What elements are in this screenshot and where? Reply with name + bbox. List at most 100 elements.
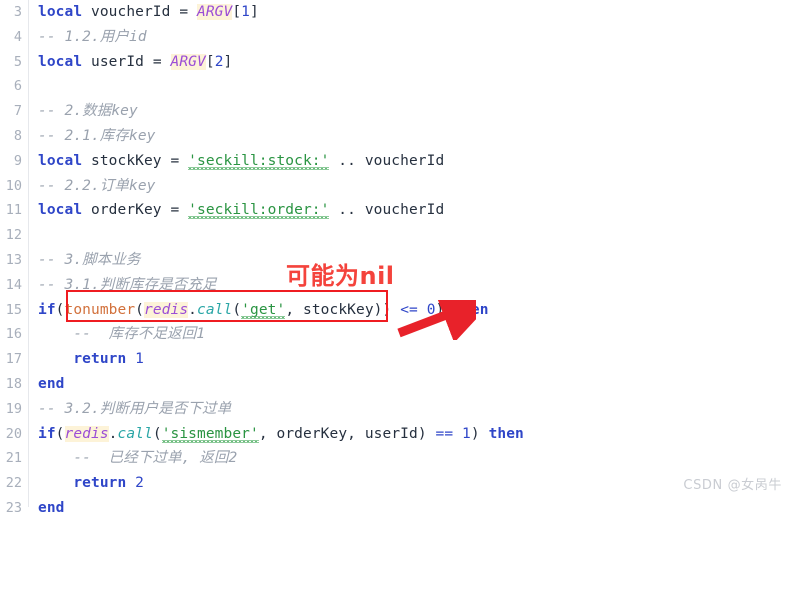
code-line[interactable]: 16 -- 库存不足返回1: [0, 322, 796, 347]
line-number: 21: [5, 450, 22, 467]
token-comma: ,: [347, 425, 356, 442]
code-line[interactable]: 23 end: [0, 496, 796, 521]
line-number: 14: [5, 276, 22, 293]
token-operator: <=: [400, 301, 418, 318]
token-dot: .: [188, 301, 197, 318]
line-number: 18: [5, 376, 22, 392]
code-line[interactable]: 8 -- 2.1.库存key: [0, 124, 796, 149]
code-line[interactable]: 10 -- 2.2.订单key: [0, 174, 796, 199]
token-operator: =: [170, 152, 180, 169]
token-paren: ): [373, 301, 383, 318]
line-number: 6: [13, 78, 22, 95]
token-paren: ): [382, 301, 392, 318]
token-number: 1: [135, 351, 144, 368]
code-line[interactable]: 6: [0, 74, 796, 99]
line-content[interactable]: end: [38, 496, 65, 521]
token-keyword: if: [38, 425, 56, 442]
line-content[interactable]: local userId = ARGV[2]: [38, 50, 232, 75]
token-method: call: [117, 425, 153, 442]
code-editor[interactable]: 3 local voucherId = ARGV[1] 4 -- 1.2.用户i…: [0, 0, 796, 516]
line-number: 22: [5, 475, 22, 492]
line-content-comment: -- 3.2.判断用户是否下过单: [38, 400, 232, 417]
line-content-comment: -- 已经下过单, 返回2: [38, 450, 238, 467]
code-line[interactable]: 18 end: [0, 372, 796, 397]
line-content[interactable]: local orderKey = 'seckill:order:' .. vou…: [38, 198, 444, 223]
code-line[interactable]: 12: [0, 223, 796, 248]
line-number: 9: [13, 152, 22, 169]
token-global: ARGV: [197, 4, 233, 20]
line-number: 19: [5, 400, 22, 417]
token-identifier: voucherId: [364, 202, 445, 219]
line-number: 10: [5, 177, 22, 194]
line-number: 17: [5, 351, 22, 368]
token-comma: ,: [285, 301, 295, 318]
line-content[interactable]: if(tonumber(redis.call('get', stockKey))…: [38, 298, 489, 323]
token-keyword: end: [38, 376, 65, 392]
token-paren: ): [470, 425, 480, 442]
token-paren: (: [232, 301, 242, 318]
code-line[interactable]: 17 return 1: [0, 347, 796, 372]
line-number: 4: [13, 28, 22, 45]
code-line[interactable]: 3 local voucherId = ARGV[1]: [0, 0, 796, 25]
token-identifier: orderKey: [276, 425, 348, 442]
watermark: CSDN @女呙牛: [683, 478, 782, 493]
token-keyword: end: [38, 500, 65, 516]
code-line[interactable]: 22 return 2: [0, 471, 796, 496]
line-content[interactable]: local stockKey = 'seckill:stock:' .. vou…: [38, 149, 444, 174]
token-keyword: local: [38, 4, 83, 20]
token-method: call: [197, 301, 233, 318]
code-line[interactable]: 19 -- 3.2.判断用户是否下过单: [0, 397, 796, 422]
token-operator: =: [179, 4, 189, 20]
code-line[interactable]: 7 -- 2.数据key: [0, 99, 796, 124]
token-dot: .: [108, 425, 118, 442]
code-line[interactable]: 14 -- 3.1.判断库存是否充足: [0, 273, 796, 298]
token-paren: (: [55, 425, 65, 442]
line-number: 12: [5, 227, 22, 244]
token-function: tonumber: [64, 301, 136, 318]
code-line[interactable]: 15 if(tonumber(redis.call('get', stockKe…: [0, 298, 796, 323]
line-number: 8: [13, 128, 22, 144]
line-number: 20: [5, 425, 22, 442]
token-paren: ): [417, 425, 427, 442]
line-number: 13: [5, 252, 22, 268]
line-number: 15: [5, 301, 22, 318]
token-operator: =: [170, 202, 180, 219]
line-content[interactable]: local voucherId = ARGV[1]: [38, 0, 259, 25]
code-line[interactable]: 11 local orderKey = 'seckill:order:' .. …: [0, 198, 796, 223]
code-line[interactable]: 4 -- 1.2.用户id: [0, 25, 796, 50]
token-keyword: local: [38, 202, 83, 219]
token-string: 'seckill:stock:': [188, 152, 330, 169]
line-content-comment: -- 2.数据key: [38, 103, 138, 120]
token-bracket: [: [232, 4, 242, 20]
code-line[interactable]: 9 local stockKey = 'seckill:stock:' .. v…: [0, 149, 796, 174]
line-content[interactable]: return 1: [38, 347, 144, 372]
token-operator: ..: [338, 202, 356, 219]
token-comma: ,: [258, 425, 268, 442]
line-content-comment: -- 库存不足返回1: [38, 326, 206, 343]
line-content[interactable]: end: [38, 372, 65, 397]
line-content[interactable]: if(redis.call('sismember', orderKey, use…: [38, 422, 524, 447]
token-keyword: then: [453, 301, 489, 318]
line-number: 5: [13, 53, 22, 70]
token-keyword: return: [73, 351, 127, 368]
token-identifier: stockKey: [303, 301, 374, 318]
code-line[interactable]: 20 if(redis.call('sismember', orderKey, …: [0, 422, 796, 447]
token-paren: (: [55, 301, 65, 318]
code-line[interactable]: 13 -- 3.脚本业务: [0, 248, 796, 273]
token-paren: (: [135, 301, 144, 318]
line-content[interactable]: return 2: [38, 471, 144, 496]
line-number: 23: [5, 500, 22, 516]
annotation-label: 可能为nil: [286, 262, 395, 290]
token-keyword: then: [488, 425, 524, 442]
token-operator: ==: [435, 425, 454, 442]
token-keyword: local: [38, 53, 83, 70]
code-line[interactable]: 21 -- 已经下过单, 返回2: [0, 446, 796, 471]
token-number: 1: [241, 4, 251, 20]
line-content-comment: -- 1.2.用户id: [38, 28, 147, 45]
token-paren: ): [435, 301, 445, 318]
token-identifier: stockKey: [91, 152, 162, 169]
line-content-comment: -- 3.1.判断库存是否充足: [38, 276, 217, 293]
token-bracket: ]: [250, 4, 259, 20]
code-line[interactable]: 5 local userId = ARGV[2]: [0, 50, 796, 75]
token-identifier: voucherId: [91, 4, 171, 20]
